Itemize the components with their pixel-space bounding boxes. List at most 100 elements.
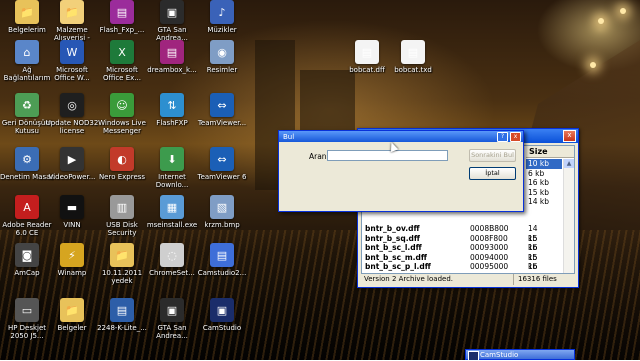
desktop-icon[interactable]: W Microsoft Office W... <box>45 40 99 82</box>
desktop-icon-label: 2248-K-Lite_... <box>97 324 147 332</box>
desktop-icon[interactable]: ☺ Windows Live Messenger <box>95 93 149 135</box>
vertical-scrollbar[interactable]: ▲ <box>563 159 574 273</box>
table-row[interactable]: bntr_b_ov.dff 0008B800 14 kb <box>362 224 538 243</box>
file-name-cell: bntr_b_sq.dff <box>365 233 420 243</box>
desktop-icon[interactable]: ⚡ Winamp <box>45 243 99 277</box>
desktop-icon-label: Office W... <box>54 74 90 82</box>
table-row[interactable]: bnt_b_sc_m.dff 00094000 15 kb <box>362 252 538 272</box>
desktop-icon-label: VideoPower... <box>48 173 96 181</box>
app-icon: ⬇ <box>160 147 184 171</box>
column-header-size[interactable]: Size <box>526 146 574 158</box>
desktop-icon[interactable]: ◎ Update NOD32 license <box>45 93 99 135</box>
app-icon: ▤ <box>355 40 379 64</box>
desktop-icon[interactable]: ◌ ChromeSet... <box>145 243 199 277</box>
desktop-icon[interactable]: X Microsoft Office Ex... <box>95 40 149 82</box>
desktop-icon[interactable]: 📁 10.11.2011 yedek <box>95 243 149 285</box>
desktop-icon-label: Winamp <box>57 269 87 277</box>
desktop-icon[interactable]: ▤ Camstudio2... <box>195 243 249 277</box>
camstudio-window-tab[interactable]: CamStudio <box>465 349 575 361</box>
desktop-icon[interactable]: ▬ VINN <box>45 195 99 229</box>
app-icon: 📁 <box>15 0 39 24</box>
desktop-icon[interactable]: ♪ Müzikler <box>195 0 249 34</box>
desktop-icon[interactable]: ▤ Flash_Fxp_... <box>95 0 149 34</box>
app-icon: ⌂ <box>15 40 39 64</box>
desktop-icon[interactable]: ◉ Resimler <box>195 40 249 74</box>
desktop-icon[interactable]: ▦ mseinstall.exe <box>145 195 199 229</box>
desktop-icon[interactable]: 📁 Malzeme Alışverişi - <box>45 0 99 42</box>
desktop-icon[interactable]: ▣ GTA San Andrea... <box>145 298 199 340</box>
app-icon: 📁 <box>110 243 134 267</box>
cancel-button[interactable]: İptal <box>469 167 516 180</box>
desktop-icon[interactable]: ▧ krzm.bmp <box>195 195 249 229</box>
size-cell[interactable]: 14 kb <box>526 197 562 207</box>
find-dialog-titlebar[interactable]: Bul ? x <box>279 131 523 142</box>
offset-cell: 0008F800 <box>470 233 508 243</box>
desktop-icon-label: Security <box>107 229 137 237</box>
file-name-cell: bnt_b_sc_p_l.dff <box>365 262 431 271</box>
desktop-icon[interactable]: ⇔ TeamViewer... <box>195 93 249 127</box>
offset-cell: 00093000 <box>470 243 509 252</box>
app-icon: ◙ <box>15 243 39 267</box>
app-icon: ⇅ <box>160 93 184 117</box>
table-row[interactable]: bnt_b_sc_l.dff 00093000 16 kb <box>362 243 538 262</box>
app-icon: ◎ <box>60 93 84 117</box>
desktop-icon-label: FlashFXP <box>156 119 188 127</box>
desktop-icon-label: TeamViewer... <box>197 119 247 127</box>
app-icon: ☺ <box>110 93 134 117</box>
desktop-icon-label: VINN <box>63 221 81 229</box>
desktop-icon-label: mseinstall.exe <box>146 221 198 229</box>
app-icon: ▧ <box>210 195 234 219</box>
help-icon[interactable]: ? <box>497 131 508 142</box>
desktop-icon-label: GTA San <box>157 26 187 34</box>
file-name-cell: bnt_b_sc_m.dff <box>365 252 427 262</box>
app-icon: ▤ <box>210 243 234 267</box>
scroll-up-icon[interactable]: ▲ <box>564 159 574 168</box>
desktop-icon-label: ChromeSet... <box>149 269 195 277</box>
size-cell[interactable]: 15 kb <box>526 188 562 198</box>
find-dialog-title: Bul <box>283 132 295 141</box>
camstudio-label: CamStudio <box>480 351 519 359</box>
file-rows: bntr_b_ov.dff 0008B800 14 kb bntr_b_sq.dff 0… <box>362 224 538 273</box>
desktop-icon[interactable]: ◐ Nero Express <box>95 147 149 181</box>
desktop-icon[interactable]: ▣ CamStudio <box>195 298 249 332</box>
desktop-icon[interactable]: ⇅ FlashFXP <box>145 93 199 127</box>
desktop-icon-label: dreambox_k... <box>147 66 197 74</box>
offset-cell: 0008B800 <box>470 224 509 233</box>
desktop-icon-label: Müzikler <box>207 26 237 34</box>
table-row[interactable]: bntr_b_sq.dff 0008F800 15 kb <box>362 233 538 253</box>
desktop-icon-label: Malzeme <box>56 26 88 34</box>
desktop-icon[interactable]: ▶ VideoPower... <box>45 147 99 181</box>
desktop-icon[interactable]: ▤ bobcat.txd <box>386 40 440 74</box>
desktop-icon-label: 2050 J5... <box>10 332 44 340</box>
offset-cell: 00094000 <box>470 252 509 262</box>
search-input[interactable] <box>327 150 448 161</box>
desktop-icon-label: Messenger <box>102 127 141 135</box>
size-cell[interactable]: 16 kb <box>526 178 562 188</box>
desktop-icon[interactable]: ▤ dreambox_k... <box>145 40 199 74</box>
desktop-icon-label: 10.11.2011 <box>101 269 143 277</box>
desktop-icon[interactable]: ▣ GTA San Andrea... <box>145 0 199 42</box>
desktop-icon[interactable]: ▥ USB Disk Security <box>95 195 149 237</box>
desktop-icon-label: 6.0 CE <box>15 229 39 237</box>
app-icon: ▣ <box>160 0 184 24</box>
desktop-icon[interactable]: 📁 Belgeler <box>45 298 99 332</box>
app-icon: 📁 <box>60 0 84 24</box>
find-next-button[interactable]: Sonrakini Bul <box>469 149 516 162</box>
close-icon[interactable]: x <box>563 130 576 142</box>
size-cell[interactable]: 10 kb <box>526 159 562 169</box>
desktop-icon-label: krzm.bmp <box>204 221 240 229</box>
desktop-icon[interactable]: ▤ 2248-K-Lite_... <box>95 298 149 332</box>
desktop-icon-label: GTA San <box>157 324 187 332</box>
desktop-icon-label: USB Disk <box>106 221 138 229</box>
app-icon: ▶ <box>60 147 84 171</box>
table-row[interactable]: bnt_b_sc_p_l.dff0009500016 kb <box>362 262 538 273</box>
size-cell[interactable]: 6 kb <box>526 169 562 179</box>
desktop-icon-label: Microsoft <box>106 66 138 74</box>
status-message: Version 2 Archive loaded. <box>361 274 514 285</box>
desktop-icon[interactable]: ⇔ TeamViewer 6 <box>195 147 249 181</box>
desktop-icon-label: Downlo... <box>155 181 189 189</box>
desktop-icon[interactable]: ⬇ Internet Downlo... <box>145 147 199 189</box>
app-icon: ▥ <box>110 195 134 219</box>
close-icon[interactable]: x <box>510 131 521 142</box>
find-dialog[interactable]: Bul ? x Aranan: Sonrakini Bul İptal <box>278 130 524 212</box>
